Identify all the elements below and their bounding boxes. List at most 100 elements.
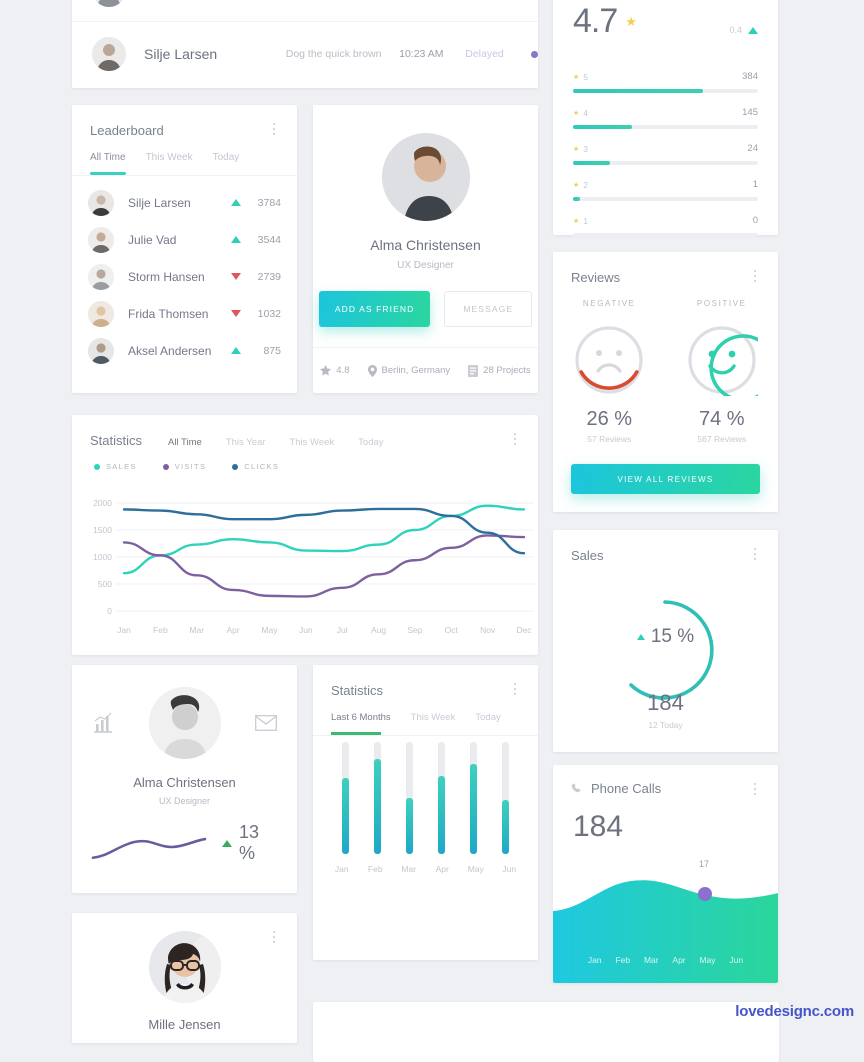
svg-text:Dec: Dec	[516, 625, 532, 635]
reviews-positive-count: 567 Reviews	[697, 434, 747, 444]
bar-mar	[405, 742, 413, 854]
svg-text:Feb: Feb	[153, 625, 168, 635]
rating-bar-track	[573, 125, 758, 129]
more-options-icon[interactable]	[748, 781, 762, 797]
more-options-icon[interactable]	[508, 431, 522, 447]
phone-calls-chart: 17 Jan Feb Mar Apr May Jun	[553, 859, 778, 983]
more-options-icon[interactable]	[267, 121, 281, 137]
leaderboard-card: Leaderboard All Time This Week Today Sil…	[72, 105, 297, 393]
profile-actions: ADD AS FRIEND MESSAGE	[313, 291, 538, 327]
envelope-icon[interactable]	[255, 715, 277, 731]
avatar	[88, 226, 114, 253]
sparkline-chart	[91, 837, 207, 860]
reviews-columns: NEGATIVE 26 % 57 Reviews POSITIVE 74 % 5…	[553, 299, 778, 444]
tab-this-week[interactable]: This Week	[289, 437, 334, 448]
more-options-icon[interactable]	[748, 546, 762, 562]
profile-name: Alma Christensen	[370, 237, 481, 253]
line-series-sales	[122, 504, 526, 575]
svg-text:2000: 2000	[93, 498, 112, 508]
statistics-tabs: All Time This Year This Week Today	[168, 437, 383, 448]
tab-all-time[interactable]: All Time	[168, 437, 202, 448]
star-icon: ★	[573, 109, 580, 117]
row-time: 10:23 AM	[399, 48, 444, 60]
more-options-icon[interactable]	[508, 681, 522, 697]
bar-may	[470, 742, 478, 854]
phone-calls-card: Phone Calls 184 17 Jan Feb Mar Apr May J…	[553, 765, 778, 983]
bar-chart	[313, 736, 538, 854]
tab-today[interactable]: Today	[213, 152, 240, 175]
happy-face-icon	[686, 324, 777, 402]
message-button[interactable]: MESSAGE	[444, 291, 533, 327]
mini-profile-role: UX Designer	[158, 796, 211, 806]
rating-score: 4.7	[573, 2, 618, 40]
sales-percent: 15 %	[650, 626, 695, 647]
location-icon	[367, 364, 377, 377]
table-row[interactable]: Albert Andersen Jumps over the lazy 2:37…	[72, 0, 538, 22]
mini-profile-percent: 13 %	[238, 822, 259, 863]
rating-delta: 0.4	[729, 25, 758, 35]
avatar	[148, 687, 221, 759]
profile-rating: 4.8	[320, 365, 350, 376]
list-item-label: Julie Vad	[128, 232, 177, 247]
reviews-negative: NEGATIVE 26 % 57 Reviews	[553, 299, 666, 444]
table-row[interactable]: Silje Larsen Dog the quick brown 10:23 A…	[72, 22, 538, 86]
legend-item-sales: SALES	[94, 462, 137, 471]
svg-text:Jul: Jul	[337, 625, 348, 635]
view-all-reviews-button[interactable]: VIEW ALL REVIEWS	[571, 464, 760, 494]
rating-header: 4.7 ★ 0.4	[573, 2, 758, 41]
profile-projects: 28 Projects	[468, 364, 531, 377]
rating-row: ★ 2 1	[573, 179, 758, 201]
bar-apr	[438, 742, 446, 854]
avatar	[381, 133, 470, 221]
svg-text:0: 0	[107, 606, 112, 616]
list-item[interactable]: Storm Hansen 2739	[72, 258, 297, 295]
svg-text:1000: 1000	[93, 552, 112, 562]
avatar	[92, 37, 126, 71]
more-options-icon[interactable]	[748, 268, 762, 284]
sales-card: Sales 15 % 184 12 Today	[553, 530, 778, 752]
activity-list-card: Albert Andersen Jumps over the lazy 2:37…	[72, 0, 538, 88]
status-dot-icon	[531, 50, 538, 58]
reviews-header: Reviews	[553, 252, 778, 285]
profile-role: UX Designer	[397, 260, 454, 271]
phone-icon	[571, 782, 581, 792]
star-icon: ★	[573, 181, 580, 189]
leaderboard-tabs: All Time This Week Today	[72, 138, 297, 175]
page-title: Statistics	[90, 433, 143, 448]
rating-card: 4.7 ★ 0.4 ★ 5 384 ★ 4 145 ★ 3 24 ★ 2 1 ★…	[553, 0, 778, 237]
tab-this-week[interactable]: This Week	[146, 152, 193, 175]
statistics-header: Statistics All Time This Year This Week …	[72, 415, 538, 448]
svg-text:Mar: Mar	[189, 625, 204, 635]
list-item[interactable]: Silje Larsen 3784	[72, 184, 297, 221]
tab-this-year[interactable]: This Year	[226, 437, 266, 448]
tab-today[interactable]: Today	[475, 712, 500, 735]
chart-tooltip: 17	[699, 859, 710, 869]
avatar	[88, 337, 114, 364]
list-item-label: Storm Hansen	[128, 269, 205, 284]
list-item[interactable]: Aksel Andersen 875	[72, 332, 297, 369]
avatar	[88, 263, 114, 290]
page-title: Leaderboard	[90, 123, 164, 138]
trend-up-icon	[231, 199, 241, 206]
bar-statistics-header: Statistics	[313, 665, 538, 698]
mini-profile-card: Alma Christensen UX Designer 13 %	[72, 665, 297, 893]
list-item[interactable]: Frida Thomsen 1032	[72, 295, 297, 332]
bar-chart-icon[interactable]	[92, 712, 114, 734]
list-item-value: 1032	[257, 307, 281, 320]
list-item-label: Silje Larsen	[128, 195, 191, 210]
tab-this-week[interactable]: This Week	[411, 712, 456, 735]
list-item-value: 3784	[257, 196, 281, 209]
svg-text:Oct: Oct	[445, 625, 459, 635]
profile-location: Berlin, Germany	[367, 364, 450, 377]
tab-today[interactable]: Today	[358, 437, 383, 448]
list-item-label: Frida Thomsen	[128, 306, 209, 321]
row-message: Dog the quick brown	[285, 48, 382, 60]
svg-text:Aug: Aug	[371, 625, 386, 635]
svg-text:1500: 1500	[93, 525, 112, 535]
list-item[interactable]: Julie Vad 3544	[72, 221, 297, 258]
more-options-icon[interactable]	[267, 929, 281, 945]
active-tab-indicator	[331, 732, 381, 735]
watermark: lovedesignc.com	[735, 1003, 854, 1020]
profile-card: Alma Christensen UX Designer ADD AS FRIE…	[313, 105, 538, 393]
add-as-friend-button[interactable]: ADD AS FRIEND	[318, 291, 431, 327]
